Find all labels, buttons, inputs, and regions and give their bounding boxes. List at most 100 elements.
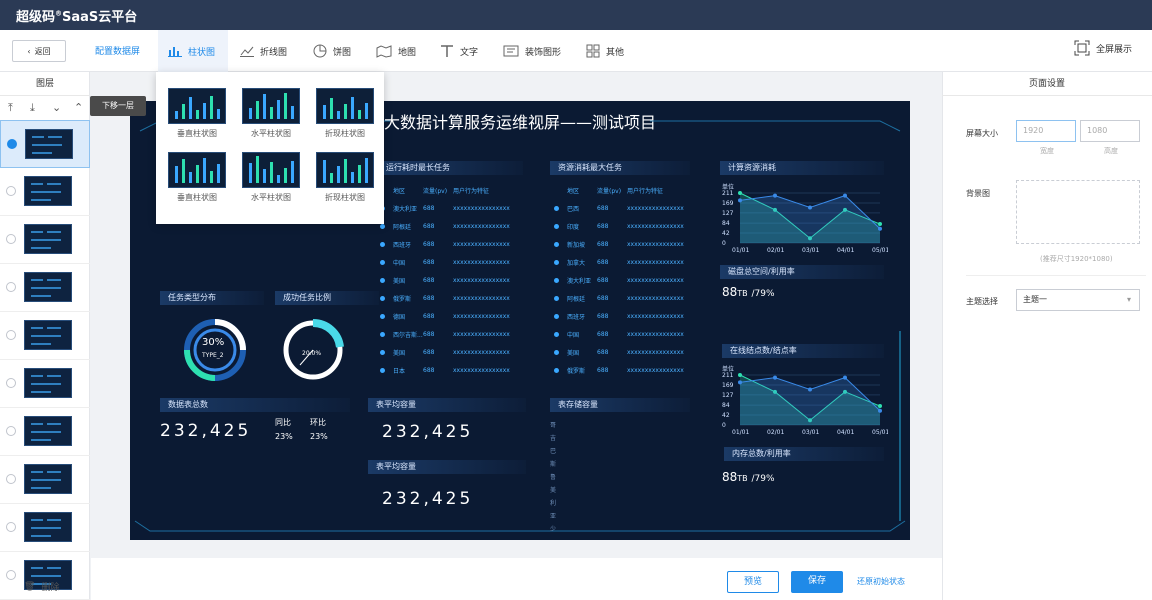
bar-chart-dropdown: 垂直柱状图 水平柱状图 折现柱状图 垂直柱状图 水平柱状图 折现柱状图 — [156, 72, 384, 224]
x-tick-label: 02/01 — [767, 247, 784, 254]
chart-option-label: 水平柱状图 — [251, 129, 291, 138]
disk-unit: TB — [737, 289, 748, 298]
background-label: 背景图 — [966, 189, 990, 198]
back-button[interactable]: ‹ 返回 — [12, 40, 66, 62]
row-feature: xxxxxxxxxxxxxxxx — [627, 258, 684, 266]
y-tick-label: 84 — [722, 402, 730, 409]
table-row: 阿根廷 688 xxxxxxxxxxxxxxxx — [554, 289, 697, 307]
storage-item: 利 — [550, 500, 557, 507]
chart-thumbnail — [168, 152, 226, 188]
layer-checkbox[interactable] — [6, 570, 16, 580]
layer-checkbox[interactable] — [6, 234, 16, 244]
memory-value: 88TB /79% — [722, 470, 775, 484]
row-feature: xxxxxxxxxxxxxxxx — [627, 312, 684, 320]
row-region: 西班牙 — [393, 241, 412, 249]
layer-checkbox[interactable] — [6, 378, 16, 388]
chart-option[interactable]: 垂直柱状图 — [166, 152, 228, 203]
layer-checkbox[interactable] — [6, 186, 16, 196]
layer-checkbox[interactable] — [7, 139, 17, 149]
y-tick-label: 127 — [722, 210, 734, 217]
layer-checkbox[interactable] — [6, 426, 16, 436]
chart-option[interactable]: 折现柱状图 — [314, 88, 376, 139]
run-table: 地区 流量(pv) 用户行为特征 澳大利亚 688 xxxxxxxxxxxxxxxx… — [380, 181, 523, 379]
chart-option[interactable]: 水平柱状图 — [240, 152, 302, 203]
yoy-value: 23% — [275, 432, 293, 441]
table-row: 加拿大 688 xxxxxxxxxxxxxxxx — [554, 253, 697, 271]
data-point — [808, 387, 812, 392]
chart-option[interactable]: 垂直柱状图 — [166, 88, 228, 139]
panel-header-success: 成功任务比例 — [275, 291, 379, 305]
row-pv: 688 — [597, 222, 609, 230]
disk-rate: /79% — [751, 289, 775, 299]
chart-option[interactable]: 水平柱状图 — [240, 88, 302, 139]
tab-label: 折线图 — [260, 47, 288, 58]
storage-item: 亚 — [550, 513, 557, 520]
back-label: 返回 — [34, 46, 51, 56]
layer-item[interactable] — [0, 456, 90, 504]
row-feature: xxxxxxxxxxxxxxxx — [453, 312, 510, 320]
move-up-icon[interactable]: ⌃ — [74, 102, 86, 114]
x-tick-label: 04/01 — [837, 247, 854, 254]
tab-label: 地图 — [398, 47, 417, 58]
layer-item[interactable] — [0, 504, 90, 552]
tab-decoration[interactable]: 装饰图形 — [503, 30, 561, 72]
reset-link[interactable]: 还原初始状态 — [857, 576, 905, 587]
move-down-icon[interactable]: ⌄ — [52, 102, 64, 114]
layer-item[interactable] — [0, 120, 90, 168]
layer-checkbox[interactable] — [6, 474, 16, 484]
table-row: 俄罗斯 688 xxxxxxxxxxxxxxxx — [554, 361, 697, 379]
save-button[interactable]: 保存 — [791, 571, 843, 593]
data-point — [878, 404, 882, 409]
x-tick-label: 03/01 — [802, 247, 819, 254]
storage-item: 美 — [550, 487, 557, 494]
layer-checkbox[interactable] — [6, 282, 16, 292]
layer-item[interactable] — [0, 264, 90, 312]
chevron-down-icon: ▾ — [1126, 295, 1131, 304]
tab-map[interactable]: 地图 — [376, 30, 416, 72]
layer-item[interactable] — [0, 360, 90, 408]
height-input[interactable]: 1080 — [1080, 120, 1140, 142]
row-pv: 688 — [423, 222, 435, 230]
panel-header-compute: 计算资源消耗 — [720, 161, 884, 175]
fullscreen-button[interactable]: 全屏展示 — [1074, 40, 1132, 56]
tab-text[interactable]: 文字 — [440, 30, 478, 72]
layer-item[interactable] — [0, 216, 90, 264]
move-bottom-icon[interactable]: ⤓ — [30, 102, 42, 114]
config-screen-link[interactable]: 配置数据屏 — [95, 44, 140, 57]
tab-other[interactable]: 其他 — [586, 30, 624, 72]
row-feature: xxxxxxxxxxxxxxxx — [627, 276, 684, 284]
disk-value: 88TB /79% — [722, 285, 775, 299]
row-region: 加拿大 — [567, 259, 586, 267]
theme-select[interactable]: 主题一 ▾ — [1016, 289, 1140, 311]
layer-item[interactable] — [0, 312, 90, 360]
layer-thumbnail — [24, 512, 72, 542]
layer-checkbox[interactable] — [6, 330, 16, 340]
panel-header-storage: 表存储容量 — [550, 398, 690, 412]
row-region: 德国 — [393, 313, 406, 321]
preview-button[interactable]: 预览 — [727, 571, 779, 593]
width-input[interactable]: 1920 — [1016, 120, 1076, 142]
row-pv: 688 — [423, 276, 435, 284]
layer-item[interactable] — [0, 408, 90, 456]
row-dot — [554, 223, 559, 229]
brand-registered: ® — [55, 9, 63, 18]
layer-item[interactable] — [0, 168, 90, 216]
tab-label: 装饰图形 — [525, 47, 562, 58]
layer-checkbox[interactable] — [6, 522, 16, 532]
data-point — [738, 373, 742, 377]
row-region: 美国 — [567, 349, 580, 357]
tab-bar-chart[interactable]: 柱状图 — [158, 30, 228, 72]
move-top-icon[interactable]: ⤒ — [8, 102, 20, 114]
tab-line-chart[interactable]: 折线图 — [240, 30, 287, 72]
pie-chart-icon — [313, 44, 327, 58]
row-region: 阿根廷 — [567, 295, 586, 303]
resource-table: 地区 流量(pv) 用户行为特征 巴西 688 xxxxxxxxxxxxxxxx 印度… — [554, 181, 697, 379]
height-label: 高度 — [1104, 147, 1118, 155]
delete-button[interactable]: 🗑 删除 — [24, 580, 59, 594]
background-upload[interactable] — [1016, 180, 1140, 244]
screen-size-label: 屏幕大小 — [966, 129, 998, 138]
table-row: 西班牙 688 xxxxxxxxxxxxxxxx — [554, 307, 697, 325]
chart-option[interactable]: 折现柱状图 — [314, 152, 376, 203]
tab-pie-chart[interactable]: 饼图 — [313, 30, 351, 72]
row-pv: 688 — [597, 348, 609, 356]
